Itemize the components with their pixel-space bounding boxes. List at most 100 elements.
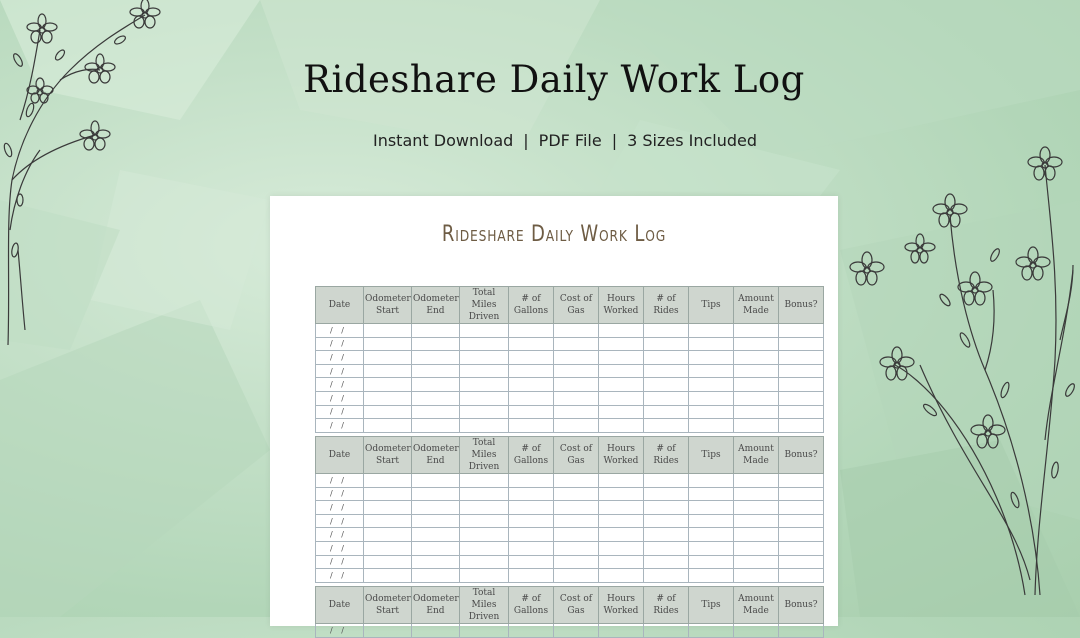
blank-cell <box>459 473 509 488</box>
blank-cell <box>598 623 644 638</box>
column-header: Cost of Gas <box>553 586 599 624</box>
blank-cell <box>733 404 779 420</box>
blank-cell <box>778 473 824 488</box>
blank-cell <box>643 513 689 529</box>
flower-icon <box>879 346 915 381</box>
column-header: Hours Worked <box>598 436 644 474</box>
date-cell: / / <box>315 363 364 379</box>
column-header: Total Miles Driven <box>459 586 509 624</box>
blank-cell <box>459 527 509 542</box>
column-header: Date <box>315 286 364 324</box>
blank-cell <box>508 513 554 529</box>
blank-cell <box>643 623 689 638</box>
table-row: / / <box>315 568 824 583</box>
blank-cell <box>363 500 412 515</box>
blank-cell <box>778 350 824 365</box>
blank-cell <box>553 486 599 502</box>
table-row: / / <box>315 623 824 638</box>
blank-cell <box>411 418 460 433</box>
blank-cell <box>778 363 824 379</box>
blank-cell <box>459 568 509 583</box>
blank-cell <box>411 500 460 515</box>
table-row: / / <box>315 527 824 542</box>
blank-cell <box>733 500 779 515</box>
column-header: # of Gallons <box>508 286 554 324</box>
column-header: Date <box>315 436 364 474</box>
blank-cell <box>688 323 734 338</box>
wildflower-bouquet-icon <box>849 146 1075 596</box>
date-cell: / / <box>315 350 364 365</box>
blank-cell <box>459 486 509 502</box>
blank-cell <box>459 554 509 570</box>
blank-cell <box>411 350 460 365</box>
blank-cell <box>688 540 734 556</box>
table-row: / / <box>315 540 824 556</box>
printable-log-sheet: Rideshare Daily Work Log Date Odometer St… <box>270 196 838 638</box>
blank-cell <box>733 527 779 542</box>
blank-cell <box>643 336 689 352</box>
blank-cell <box>459 540 509 556</box>
blank-cell <box>733 513 779 529</box>
flower-icon <box>932 193 968 228</box>
subtitle-sizes: 3 Sizes Included <box>627 131 758 150</box>
blank-cell <box>643 350 689 365</box>
blank-cell <box>459 377 509 392</box>
blank-cell <box>778 554 824 570</box>
blank-cell <box>553 404 599 420</box>
blank-cell <box>508 568 554 583</box>
date-cell: / / <box>315 323 364 338</box>
table-row: / / <box>315 554 824 570</box>
wildflower-sprig-icon <box>3 0 161 346</box>
table-row: / / <box>315 500 824 515</box>
blank-cell <box>459 418 509 433</box>
table-row: / / <box>315 473 824 488</box>
blank-cell <box>508 323 554 338</box>
blank-cell <box>363 513 412 529</box>
column-header: # of Rides <box>643 286 689 324</box>
table-row: / / <box>315 418 824 433</box>
blank-cell <box>553 540 599 556</box>
date-cell: / / <box>315 377 364 392</box>
column-header: Date <box>315 586 364 624</box>
column-header: Total Miles Driven <box>459 286 509 324</box>
blank-cell <box>459 500 509 515</box>
blank-cell <box>553 336 599 352</box>
blank-cell <box>459 390 509 406</box>
blank-cell <box>363 404 412 420</box>
blank-cell <box>598 513 644 529</box>
blank-cell <box>411 623 460 638</box>
blank-cell <box>778 500 824 515</box>
blank-cell <box>688 513 734 529</box>
sheet-title: Rideshare Daily Work Log <box>441 222 667 247</box>
blank-cell <box>411 363 460 379</box>
blank-cell <box>459 336 509 352</box>
blank-cell <box>508 350 554 365</box>
blank-cell <box>508 390 554 406</box>
blank-cell <box>363 623 412 638</box>
blank-cell <box>598 500 644 515</box>
date-cell: / / <box>315 473 364 488</box>
blank-cell <box>778 527 824 542</box>
blank-cell <box>688 473 734 488</box>
date-cell: / / <box>315 513 364 529</box>
subtitle-pdf-file: PDF File <box>538 131 602 150</box>
blank-cell <box>598 418 644 433</box>
blank-cell <box>643 527 689 542</box>
blank-cell <box>598 363 644 379</box>
blank-cell <box>363 473 412 488</box>
blank-cell <box>363 418 412 433</box>
column-header: Odometer End <box>411 436 460 474</box>
blank-cell <box>598 336 644 352</box>
blank-cell <box>459 323 509 338</box>
column-header: # of Gallons <box>508 436 554 474</box>
blank-cell <box>688 390 734 406</box>
blank-cell <box>778 513 824 529</box>
flower-icon <box>1027 146 1063 181</box>
blank-cell <box>643 404 689 420</box>
blank-cell <box>688 554 734 570</box>
blank-cell <box>363 390 412 406</box>
column-header: Cost of Gas <box>553 436 599 474</box>
blank-cell <box>508 473 554 488</box>
blank-cell <box>733 540 779 556</box>
table-row: / / <box>315 323 824 338</box>
